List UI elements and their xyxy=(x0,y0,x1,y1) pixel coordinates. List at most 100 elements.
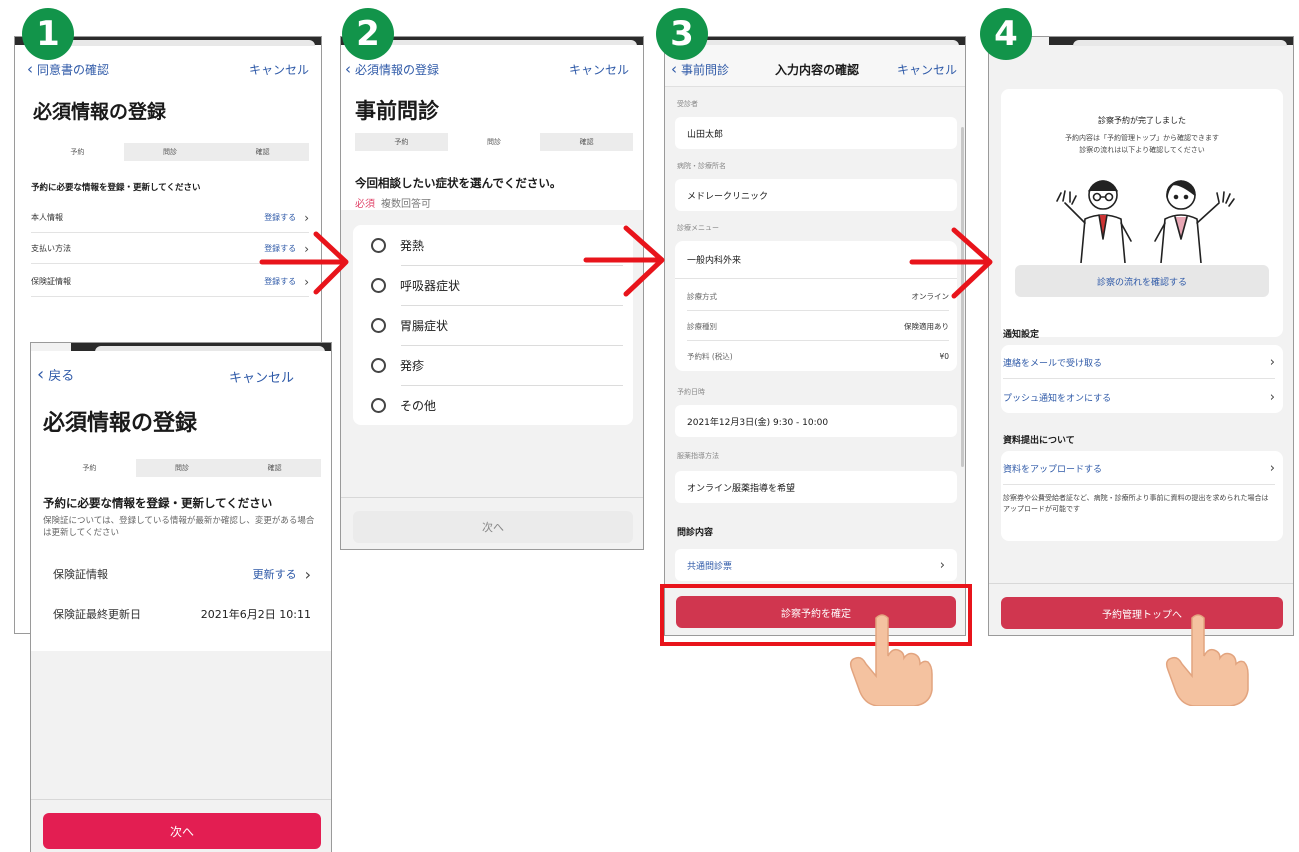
chevron-right-icon: › xyxy=(304,210,309,225)
step-confirm: 確認 xyxy=(255,148,270,156)
clinic-field: メドレークリニック xyxy=(675,179,957,211)
divider xyxy=(401,385,623,386)
view-flow-button[interactable]: 診察の流れを確認する xyxy=(1015,265,1269,297)
back-button[interactable]: ‹ 戻る xyxy=(37,365,74,384)
detail-row-fee: 予約料 (税込) ¥0 xyxy=(687,343,949,369)
guidance-label: 服薬指導方法 xyxy=(677,452,719,460)
chevron-right-icon: › xyxy=(1269,389,1275,405)
arrow-right-icon xyxy=(259,231,349,295)
back-button[interactable]: ‹ 同意書の確認 xyxy=(27,61,109,78)
step-badge-3: 3 xyxy=(656,8,708,60)
step-badge-2: 2 xyxy=(342,8,394,60)
notify-push-row[interactable]: プッシュ通知をオンにする › xyxy=(1003,381,1275,413)
docs-note: 診察券や公費受給者証など、病院・診療所より事前に資料の提出を求められた場合はアッ… xyxy=(1003,494,1269,514)
radio-icon xyxy=(371,238,386,253)
chevron-left-icon: ‹ xyxy=(345,60,351,78)
patient-field: 山田太郎 xyxy=(675,117,957,149)
arrow-right-icon xyxy=(583,225,665,297)
detail-row-type: 診療種別 保険適用あり xyxy=(687,313,949,341)
next-button[interactable]: 次へ xyxy=(43,813,321,849)
back-label: 事前問診 xyxy=(681,63,730,77)
radio-icon xyxy=(371,358,386,373)
notify-email-row[interactable]: 連絡をメールで受け取る › xyxy=(1003,347,1275,379)
page-title: 事前問診 xyxy=(355,99,439,123)
phone-screen-4: 診察予約が完了しました 予約内容は「予約管理トップ」から確認できます 診察の流れ… xyxy=(988,36,1294,636)
radio-icon xyxy=(371,318,386,333)
option-fever[interactable]: 発熱 xyxy=(371,237,424,254)
tap-hand-icon xyxy=(1165,614,1249,706)
cancel-button[interactable]: キャンセル xyxy=(569,61,629,78)
section-heading: 予約に必要な情報を登録・更新してください xyxy=(31,183,201,193)
back-label: 戻る xyxy=(48,369,75,384)
step-interview: 問診 xyxy=(447,133,541,151)
cancel-button[interactable]: キャンセル xyxy=(897,61,957,78)
cancel-button[interactable]: キャンセル xyxy=(249,61,309,78)
chevron-left-icon: ‹ xyxy=(27,60,33,78)
guidance-field: オンライン服薬指導を希望 xyxy=(675,471,957,503)
page-title: 必須情報の登録 xyxy=(33,101,167,123)
row-label: 保険証情報 xyxy=(53,568,108,581)
step-interview: 問診 xyxy=(175,464,189,472)
menu-value: 一般内科外来 xyxy=(687,256,742,266)
tap-hand-icon xyxy=(849,614,933,706)
interview-heading: 問診内容 xyxy=(677,528,714,538)
option-other[interactable]: その他 xyxy=(371,397,436,414)
detail-label: 予約料 (税込) xyxy=(687,351,733,361)
footer-divider xyxy=(31,799,331,800)
row-label: 支払い方法 xyxy=(31,244,71,253)
row-label: 本人情報 xyxy=(31,213,63,222)
update-link[interactable]: 更新する xyxy=(253,566,297,582)
docs-upload-row[interactable]: 資料をアップロードする › xyxy=(1003,453,1275,485)
step-confirm: 確認 xyxy=(267,464,282,472)
next-button[interactable]: 次へ xyxy=(353,511,633,543)
phone-screen-3: ‹ 事前問診 入力内容の確認 キャンセル 受診者 山田太郎 病院・診療所名 メド… xyxy=(664,36,966,636)
page-title: 必須情報の登録 xyxy=(43,411,198,436)
completion-desc-1: 予約内容は「予約管理トップ」から確認できます xyxy=(1065,134,1219,142)
progress-stepper: 予約 問診 確認 xyxy=(31,143,309,161)
row-personal-info[interactable]: 本人情報 登録する › xyxy=(31,203,309,233)
interview-link-row[interactable]: 共通問診票 › xyxy=(675,549,957,581)
option-label: 発疹 xyxy=(400,359,425,373)
row-label: 保険証情報 xyxy=(31,277,71,286)
docs-upload-link[interactable]: 資料をアップロードする xyxy=(1003,462,1102,475)
back-button[interactable]: ‹ 必須情報の登録 xyxy=(345,61,439,78)
step-reserve: 予約 xyxy=(31,143,124,161)
radio-icon xyxy=(371,398,386,413)
option-label: 呼吸器症状 xyxy=(400,279,461,293)
step-reserve: 予約 xyxy=(43,459,136,477)
date-label: 予約日時 xyxy=(677,388,705,396)
notify-push-link[interactable]: プッシュ通知をオンにする xyxy=(1003,391,1111,404)
chevron-right-icon: › xyxy=(304,564,311,584)
insurance-note: 保険証については、登録している情報が最新か確認し、変更がある場合は更新してくださ… xyxy=(43,516,315,539)
detail-value: ¥0 xyxy=(939,351,949,361)
chevron-right-icon: › xyxy=(939,557,945,573)
step-confirm: 確認 xyxy=(579,138,594,146)
notify-heading: 通知設定 xyxy=(1003,330,1040,340)
phone-screen-1b: ‹ 戻る キャンセル 必須情報の登録 予約 問診 確認 予約に必要な情報を登録・… xyxy=(30,342,332,852)
option-rash[interactable]: 発疹 xyxy=(371,357,424,374)
patient-label: 受診者 xyxy=(677,100,698,108)
row-insurance-date: 保険証最終更新日 2021年6月2日 10:11 xyxy=(43,597,321,631)
date-field: 2021年12月3日(金) 9:30 - 10:00 xyxy=(675,405,957,437)
arrow-right-icon xyxy=(909,227,993,299)
notify-email-link[interactable]: 連絡をメールで受け取る xyxy=(1003,356,1102,369)
nav-title: 入力内容の確認 xyxy=(775,63,860,77)
back-button[interactable]: ‹ 事前問診 xyxy=(671,61,729,78)
cancel-button[interactable]: キャンセル xyxy=(229,367,294,386)
interview-link[interactable]: 共通問診票 xyxy=(687,559,732,572)
chevron-right-icon: › xyxy=(1269,461,1275,476)
option-respiratory[interactable]: 呼吸器症状 xyxy=(371,277,460,294)
row-insurance-update[interactable]: 保険証情報 更新する › xyxy=(43,557,321,591)
footer-divider xyxy=(989,583,1293,584)
divider xyxy=(401,305,623,306)
menu-label: 診療メニュー xyxy=(677,224,719,232)
register-link[interactable]: 登録する xyxy=(264,212,296,223)
question-text: 今回相談したい症状を選んでください。 xyxy=(355,176,562,190)
back-label: 必須情報の登録 xyxy=(355,63,440,77)
status-bar xyxy=(71,343,331,352)
multi-answer-note: 複数回答可 xyxy=(381,199,431,210)
option-gastro[interactable]: 胃腸症状 xyxy=(371,317,448,334)
chevron-left-icon: ‹ xyxy=(37,363,45,385)
completion-title: 診察予約が完了しました xyxy=(1098,116,1186,125)
chevron-right-icon: › xyxy=(1269,355,1275,370)
